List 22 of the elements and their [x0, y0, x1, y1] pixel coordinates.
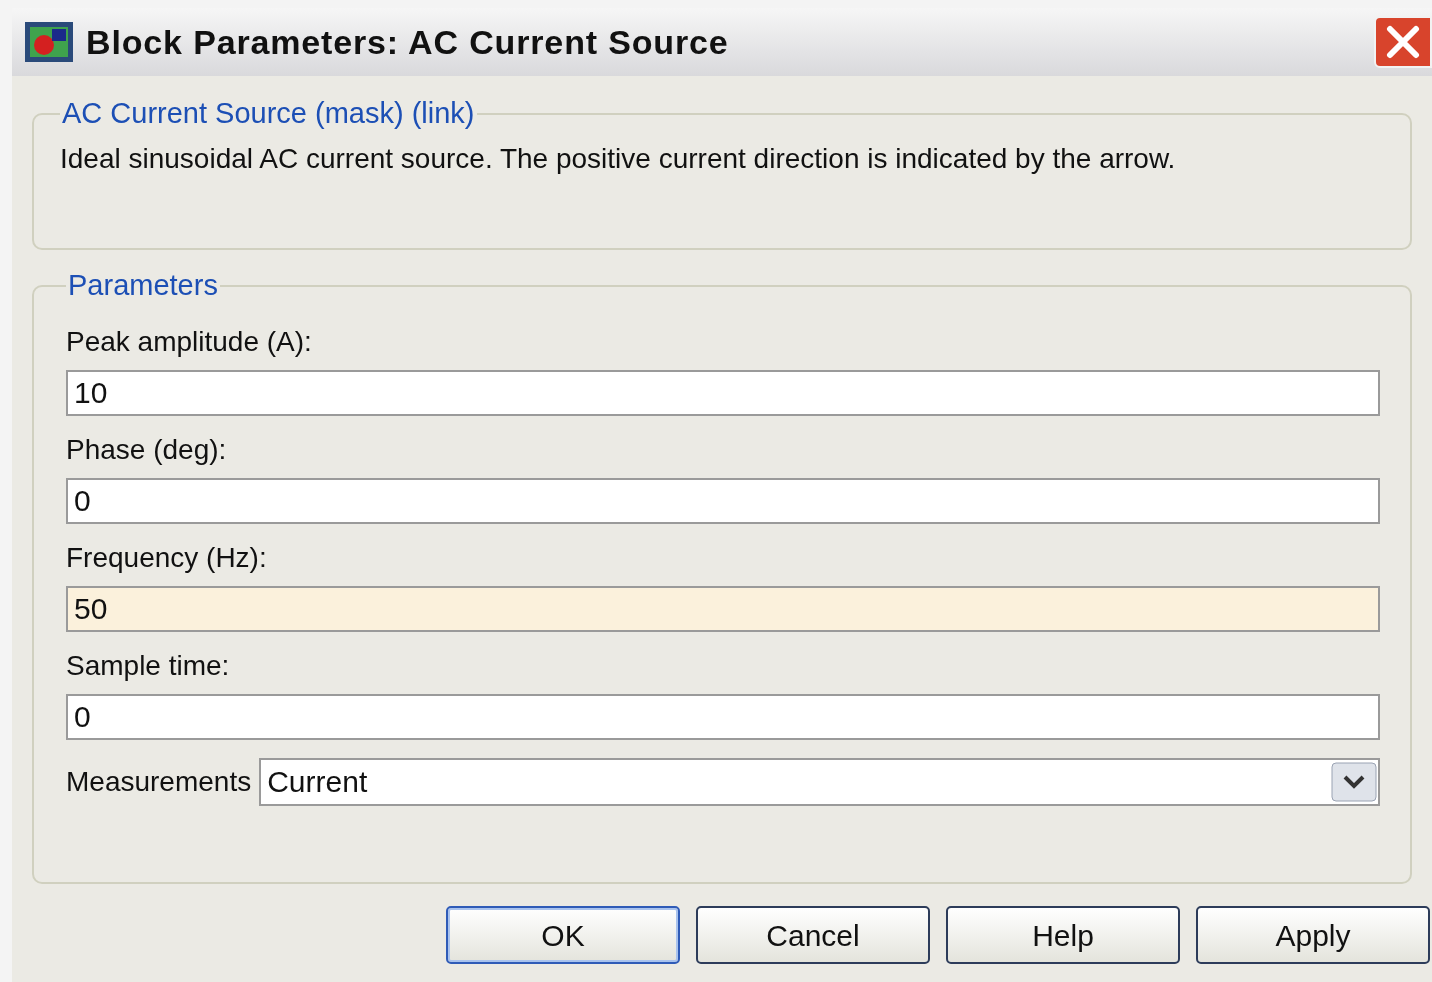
dialog-button[interactable]: OK	[446, 906, 680, 964]
parameter-input[interactable]: 10	[66, 369, 1380, 416]
description-text: Ideal sinusoidal AC current source. The positive current direction is indicated by the arrow.	[60, 141, 1177, 176]
group-title: Parameters	[67, 268, 219, 303]
field-label: Frequency (Hz):	[66, 540, 268, 575]
window-title: Block Parameters: AC Current Source	[86, 21, 729, 63]
dropdown-value: Current	[267, 764, 368, 800]
parameter-input[interactable]: 0	[66, 477, 1380, 524]
block-app-icon	[24, 21, 74, 63]
measurements-dropdown[interactable]: Current	[259, 757, 1380, 806]
dialog-button[interactable]: Help	[946, 906, 1180, 964]
close-icon	[1386, 25, 1420, 59]
dialog-button[interactable]: Cancel	[696, 906, 930, 964]
field-label: Peak amplitude (A):	[66, 324, 313, 359]
group-title: AC Current Source (mask) (link)	[61, 96, 476, 131]
field-label: Phase (deg):	[66, 432, 228, 467]
close-button[interactable]	[1374, 16, 1432, 68]
field-label: Measurements	[66, 764, 252, 799]
parameter-input[interactable]: 0	[66, 693, 1380, 740]
parameter-input[interactable]: 50	[66, 585, 1380, 632]
dialog-button[interactable]: Apply	[1196, 906, 1430, 964]
field-label: Sample time:	[66, 648, 231, 683]
